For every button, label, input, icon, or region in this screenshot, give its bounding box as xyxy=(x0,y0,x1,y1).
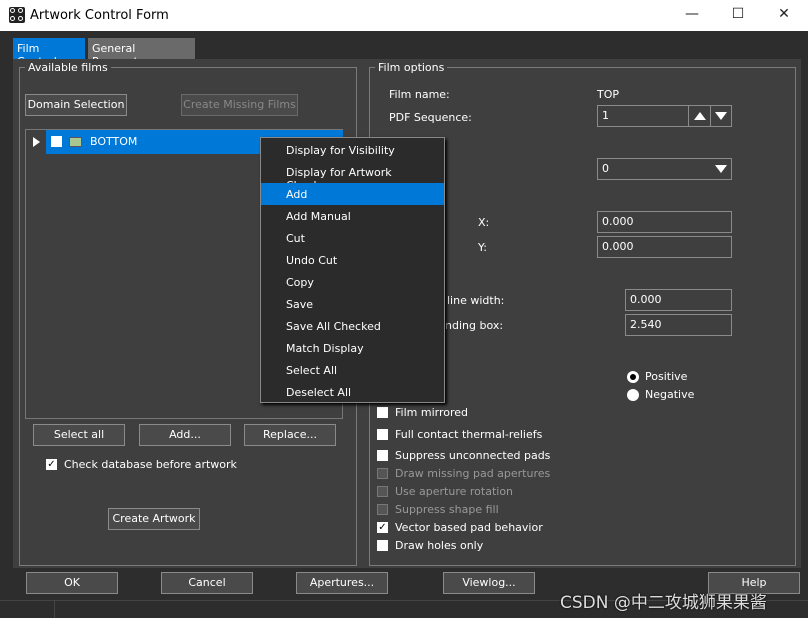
select-all-button[interactable]: Select all xyxy=(33,424,125,446)
status-divider xyxy=(54,601,55,618)
positive-radio[interactable] xyxy=(627,371,639,383)
negative-label: Negative xyxy=(645,388,695,401)
menu-item-select-all[interactable]: Select All xyxy=(261,359,444,381)
title-bar: Artwork Control Form — ☐ ✕ xyxy=(0,0,808,31)
draw-holes-checkbox[interactable] xyxy=(377,540,388,551)
menu-item-save-all-checked[interactable]: Save All Checked xyxy=(261,315,444,337)
menu-item-display-artwork-check[interactable]: Display for Artwork Check xyxy=(261,161,444,192)
film-options-label: Film options xyxy=(375,61,448,74)
full-contact-label: Full contact thermal-reliefs xyxy=(395,428,543,441)
film-name-label: Film name: xyxy=(389,88,450,101)
menu-item-copy[interactable]: Copy xyxy=(261,271,444,293)
ok-button[interactable]: OK xyxy=(26,572,118,594)
draw-holes-label: Draw holes only xyxy=(395,539,484,552)
available-films-label: Available films xyxy=(25,61,111,74)
offset-y-input[interactable]: 0.000 xyxy=(597,236,732,258)
menu-item-add-manual[interactable]: Add Manual xyxy=(261,205,444,227)
draw-missing-apertures-checkbox[interactable] xyxy=(377,468,388,479)
menu-item-deselect-all[interactable]: Deselect All xyxy=(261,381,444,403)
use-aperture-rotation-label: Use aperture rotation xyxy=(395,485,514,498)
vector-pad-label: Vector based pad behavior xyxy=(395,521,543,534)
menu-item-match-display[interactable]: Match Display xyxy=(261,337,444,359)
minimize-button[interactable]: — xyxy=(682,6,702,22)
menu-item-add[interactable]: Add xyxy=(261,183,444,205)
tab-film-control[interactable]: Film Control xyxy=(13,38,85,68)
arrow-down-icon xyxy=(715,112,727,120)
line-width-label: line width: xyxy=(447,294,505,307)
spin-down-button[interactable] xyxy=(710,105,732,127)
maximize-button[interactable]: ☐ xyxy=(728,6,748,22)
arrow-up-icon xyxy=(694,112,706,120)
window-title: Artwork Control Form xyxy=(30,8,169,23)
apertures-button[interactable]: Apertures... xyxy=(296,572,388,594)
rotation-value: 0 xyxy=(602,162,609,175)
menu-item-cut[interactable]: Cut xyxy=(261,227,444,249)
menu-item-undo-cut[interactable]: Undo Cut xyxy=(261,249,444,271)
line-width-input[interactable]: 0.000 xyxy=(625,289,732,311)
rotation-select[interactable]: 0 xyxy=(597,158,732,180)
spin-up-button[interactable] xyxy=(688,105,711,127)
pdf-sequence-input[interactable]: 1 xyxy=(597,105,689,127)
tree-item-label: BOTTOM xyxy=(90,135,138,148)
bounding-box-input[interactable]: 2.540 xyxy=(625,314,732,336)
close-button[interactable]: ✕ xyxy=(774,6,794,22)
expand-arrow-icon[interactable] xyxy=(33,137,40,147)
watermark: CSDN @中二攻城狮果果酱 xyxy=(560,593,767,613)
check-database-checkbox[interactable]: ✓ xyxy=(46,459,57,470)
film-mirrored-label: Film mirrored xyxy=(395,406,468,419)
check-database-label: Check database before artwork xyxy=(64,458,237,471)
suppress-shape-fill-label: Suppress shape fill xyxy=(395,503,499,516)
create-missing-films-button[interactable]: Create Missing Films xyxy=(181,94,298,116)
menu-item-save[interactable]: Save xyxy=(261,293,444,315)
add-button[interactable]: Add... xyxy=(139,424,231,446)
draw-missing-apertures-label: Draw missing pad apertures xyxy=(395,467,551,480)
use-aperture-rotation-checkbox[interactable] xyxy=(377,486,388,497)
create-artwork-button[interactable]: Create Artwork xyxy=(108,508,200,530)
chevron-down-icon xyxy=(715,165,727,173)
bounding-box-label: nding box: xyxy=(445,319,504,332)
suppress-shape-fill-checkbox[interactable] xyxy=(377,504,388,515)
offset-y-label: Y: xyxy=(478,241,487,254)
folder-icon xyxy=(69,137,82,147)
offset-x-label: X: xyxy=(478,216,490,229)
pdf-sequence-label: PDF Sequence: xyxy=(389,111,472,124)
positive-label: Positive xyxy=(645,370,688,383)
app-logo-icon xyxy=(9,7,25,23)
viewlog-button[interactable]: Viewlog... xyxy=(443,572,535,594)
replace-button[interactable]: Replace... xyxy=(244,424,336,446)
full-contact-checkbox[interactable] xyxy=(377,429,388,440)
offset-x-input[interactable]: 0.000 xyxy=(597,211,732,233)
suppress-unconnected-label: Suppress unconnected pads xyxy=(395,449,551,462)
vector-pad-checkbox[interactable]: ✓ xyxy=(377,522,388,533)
suppress-unconnected-checkbox[interactable] xyxy=(377,450,388,461)
film-name-value: TOP xyxy=(597,88,620,101)
menu-item-display-visibility[interactable]: Display for Visibility xyxy=(261,139,444,161)
domain-selection-button[interactable]: Domain Selection xyxy=(25,94,127,116)
tab-general-parameters[interactable]: General Parameters xyxy=(88,38,195,68)
cancel-button[interactable]: Cancel xyxy=(161,572,253,594)
negative-radio[interactable] xyxy=(627,389,639,401)
context-menu: Display for Visibility Display for Artwo… xyxy=(260,137,445,403)
film-mirrored-checkbox[interactable] xyxy=(377,407,388,418)
film-checkbox[interactable] xyxy=(51,136,62,147)
